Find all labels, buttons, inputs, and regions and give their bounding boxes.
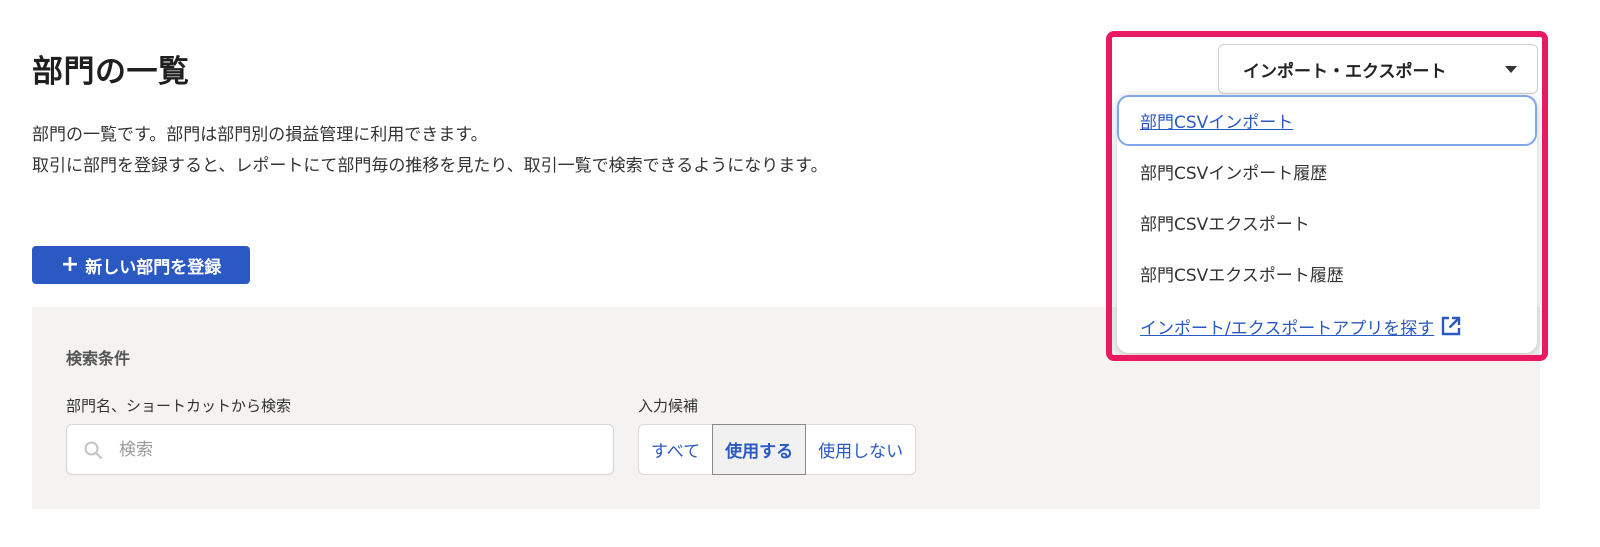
- page-description: 部門の一覧です。部門は部門別の損益管理に利用できます。 取引に部門を登録すると、…: [32, 120, 828, 182]
- description-line-1: 部門の一覧です。部門は部門別の損益管理に利用できます。: [32, 125, 488, 145]
- menu-item-csv-import-history[interactable]: 部門CSVインポート履歴: [1117, 146, 1537, 196]
- search-heading: 検索条件: [66, 349, 131, 368]
- import-export-dropdown-button[interactable]: インポート・エクスポート: [1218, 44, 1538, 94]
- external-link-icon: [1442, 316, 1461, 336]
- description-line-2: 取引に部門を登録すると、レポートにて部門毎の推移を見たり、取引一覧で検索できるよ…: [32, 156, 828, 176]
- add-department-label: 新しい部門を登録: [85, 257, 222, 278]
- filter-option-all[interactable]: すべて: [639, 425, 712, 474]
- import-export-menu: 部門CSVインポート 部門CSVインポート履歴 部門CSVエクスポート 部門CS…: [1117, 95, 1537, 353]
- search-field[interactable]: [66, 424, 614, 475]
- import-export-label: インポート・エクスポート: [1243, 61, 1447, 82]
- caret-down-icon: [1505, 65, 1517, 73]
- plus-icon: +: [60, 252, 80, 277]
- menu-item-csv-import[interactable]: 部門CSVインポート: [1117, 95, 1537, 146]
- menu-item-csv-export-history[interactable]: 部門CSVエクスポート履歴: [1117, 248, 1537, 298]
- menu-item-csv-export[interactable]: 部門CSVエクスポート: [1117, 197, 1537, 247]
- menu-item-find-apps[interactable]: インポート/エクスポートアプリを探す: [1117, 301, 1537, 351]
- filter-option-unused[interactable]: 使用しない: [806, 425, 915, 474]
- filter-option-used[interactable]: 使用する: [712, 424, 807, 475]
- search-label: 部門名、ショートカットから検索: [66, 397, 292, 415]
- add-department-button[interactable]: + 新しい部門を登録: [32, 246, 250, 284]
- usage-filter: すべて 使用する 使用しない: [638, 424, 917, 475]
- search-icon: [84, 441, 103, 460]
- filter-label: 入力候補: [638, 397, 699, 415]
- department-list-page: 部門の一覧 部門の一覧です。部門は部門別の損益管理に利用できます。 取引に部門を…: [0, 0, 1600, 547]
- page-title: 部門の一覧: [32, 54, 190, 90]
- find-apps-label: インポート/エクスポートアプリを探す: [1140, 318, 1435, 339]
- search-input[interactable]: [119, 425, 599, 474]
